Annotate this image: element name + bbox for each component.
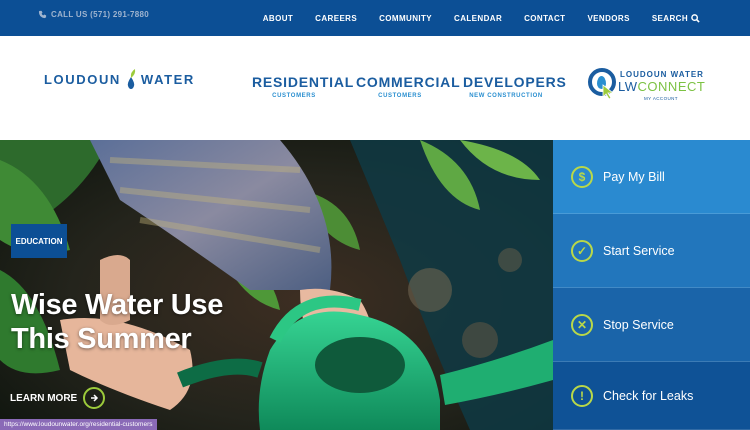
nav-developers-label: DEVELOPERS: [463, 74, 567, 90]
search-label: SEARCH: [651, 13, 688, 23]
nav-calendar[interactable]: CALENDAR: [454, 14, 502, 23]
nav-developers-sub: NEW CONSTRUCTION: [469, 93, 543, 99]
water-drop-leaf-icon: [127, 69, 136, 89]
start-service-label: Start Service: [603, 243, 675, 258]
nav-residential[interactable]: RESIDENTIAL CUSTOMERS: [252, 74, 355, 99]
loudoun-water-logo[interactable]: LOUDOUN WATER: [44, 68, 195, 90]
call-us-label: CALL US (571) 291-7880: [51, 10, 150, 19]
stop-service-label: Stop Service: [603, 317, 674, 332]
lwconnect-connect: CONNECT: [637, 79, 706, 94]
quick-actions: $ Pay My Bill ✓ Start Service ✕ Stop Ser…: [553, 140, 750, 430]
utility-nav: ABOUT CAREERS COMMUNITY CALENDAR CONTACT…: [241, 0, 750, 36]
lwconnect-subtitle: MY ACCOUNT: [644, 96, 678, 101]
lwconnect-wordmark: LWCONNECT: [618, 79, 705, 94]
nav-residential-label: RESIDENTIAL: [252, 74, 355, 90]
pay-my-bill-button[interactable]: $ Pay My Bill: [553, 140, 750, 214]
hero-banner: EDUCATION Wise Water Use This Summer LEA…: [0, 140, 553, 430]
status-url-tooltip: https://www.loudounwater.org/residential…: [0, 419, 157, 430]
nav-careers[interactable]: CAREERS: [315, 14, 357, 23]
lwconnect-my-account-link[interactable]: LOUDOUN WATER LWCONNECT MY ACCOUNT: [588, 66, 705, 110]
check-icon: ✓: [571, 239, 593, 262]
lwconnect-title: LOUDOUN WATER: [620, 70, 704, 79]
nav-developers[interactable]: DEVELOPERS NEW CONSTRUCTION: [463, 74, 567, 99]
nav-commercial-sub: CUSTOMERS: [378, 93, 422, 99]
learn-more-label: LEARN MORE: [10, 392, 78, 404]
stop-service-button[interactable]: ✕ Stop Service: [553, 288, 750, 362]
start-service-button[interactable]: ✓ Start Service: [553, 214, 750, 288]
alert-icon: !: [571, 384, 593, 407]
nav-community[interactable]: COMMUNITY: [379, 14, 432, 23]
call-us-link[interactable]: CALL US (571) 291-7880: [38, 10, 149, 19]
nav-residential-sub: CUSTOMERS: [272, 93, 316, 99]
dollar-icon: $: [571, 165, 593, 188]
top-bar: CALL US (571) 291-7880 ABOUT CAREERS COM…: [0, 0, 750, 36]
phone-icon: [38, 10, 47, 19]
logo-word-right: WATER: [140, 71, 195, 87]
site-header: LOUDOUN WATER RESIDENTIAL CUSTOMERS COMM…: [0, 36, 750, 140]
check-for-leaks-button[interactable]: ! Check for Leaks: [553, 362, 750, 430]
lwconnect-lw: LW: [618, 79, 638, 94]
search-icon: [691, 13, 700, 23]
nav-commercial[interactable]: COMMERCIAL CUSTOMERS: [356, 74, 461, 99]
arrow-right-icon: [83, 387, 106, 409]
learn-more-link[interactable]: LEARN MORE: [10, 387, 106, 409]
check-for-leaks-label: Check for Leaks: [603, 388, 694, 403]
nav-contact[interactable]: CONTACT: [524, 14, 565, 23]
hero-title[interactable]: Wise Water Use This Summer: [11, 288, 271, 356]
x-icon: ✕: [571, 313, 593, 336]
nav-search[interactable]: SEARCH: [652, 14, 700, 23]
category-badge[interactable]: EDUCATION: [11, 224, 67, 258]
nav-about[interactable]: ABOUT: [263, 14, 293, 23]
nav-vendors[interactable]: VENDORS: [587, 14, 629, 23]
logo-word-left: LOUDOUN: [44, 71, 121, 87]
nav-commercial-label: COMMERCIAL: [356, 74, 461, 90]
pay-my-bill-label: Pay My Bill: [603, 169, 665, 184]
cursor-icon: [602, 84, 615, 100]
